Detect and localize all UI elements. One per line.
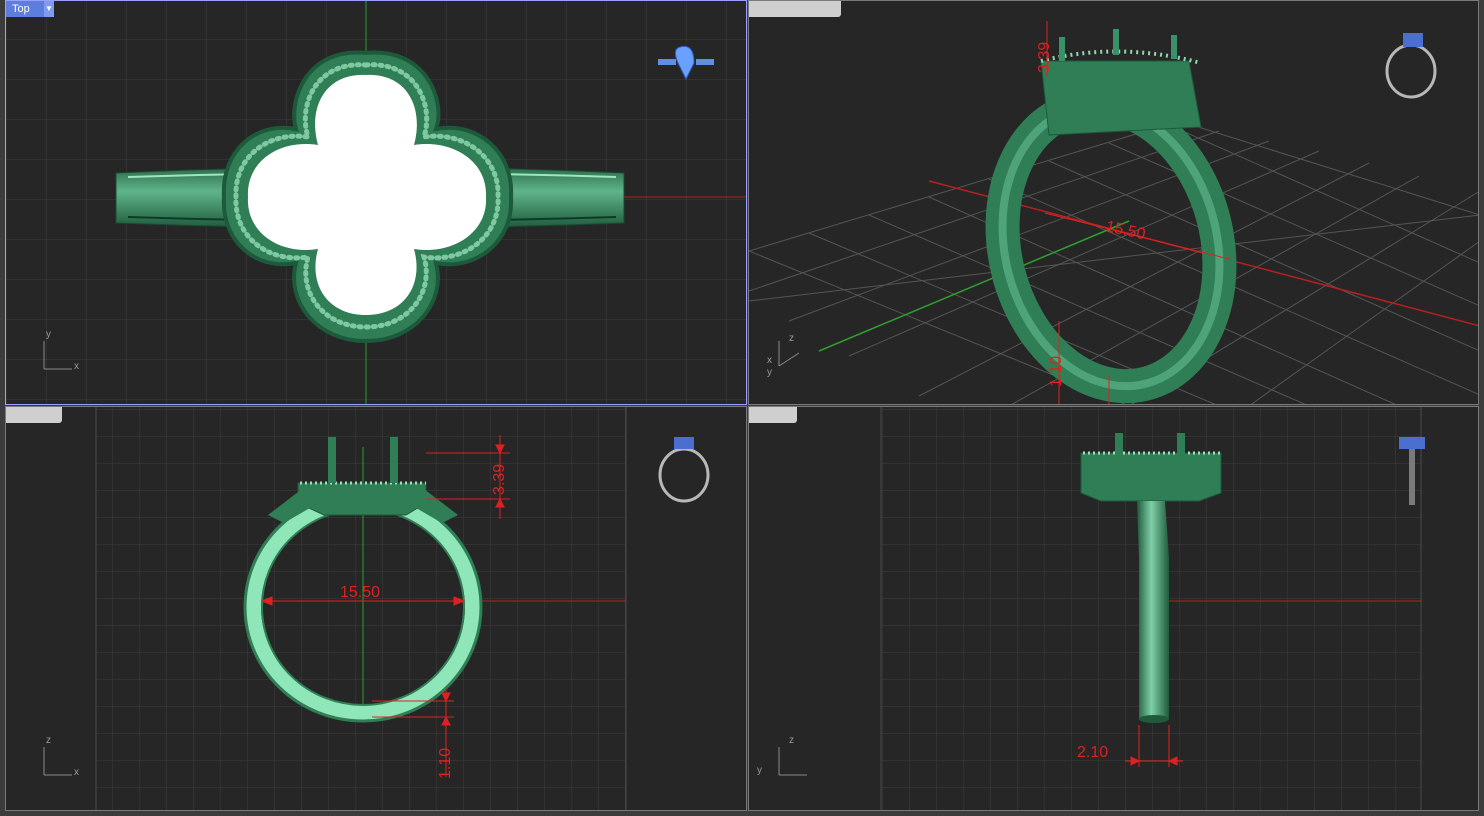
viewport-top-canvas[interactable]: y x <box>6 1 747 405</box>
viewport-top[interactable]: y x Top ▼ <box>5 0 747 405</box>
mini-ring-preview <box>1385 33 1437 99</box>
dim-height-label: 3.39 <box>491 464 508 495</box>
svg-text:z: z <box>46 735 51 746</box>
viewport-perspective-canvas[interactable]: 3.39 15.50 1.10 z x y <box>749 1 1479 405</box>
y-axis-line <box>818 220 1130 352</box>
viewport-tab-perspective[interactable] <box>749 1 841 17</box>
viewport-perspective[interactable]: 3.39 15.50 1.10 z x y <box>748 0 1479 405</box>
dim-inner-label: 15.50 <box>340 584 380 601</box>
viewport-tab-label: Top <box>12 3 30 15</box>
axis-gizmo: z x <box>43 735 79 778</box>
viewport-front[interactable]: 3.39 15.50 1.10 z x <box>5 406 747 811</box>
viewport-tab-front[interactable] <box>6 407 62 423</box>
dim-width-label: 2.10 <box>1077 744 1108 761</box>
svg-text:y: y <box>757 765 762 776</box>
svg-text:y: y <box>46 329 51 340</box>
axis-gizmo: z x y <box>767 333 800 378</box>
svg-text:x: x <box>74 361 79 372</box>
viewport-front-canvas[interactable]: 3.39 15.50 1.10 z x <box>6 407 747 811</box>
viewport-right-canvas[interactable]: 2.10 z y <box>749 407 1479 811</box>
perspective-grid <box>749 120 1478 404</box>
svg-text:z: z <box>789 735 794 746</box>
mini-ring-preview <box>658 437 710 503</box>
axis-gizmo: z y <box>757 735 807 776</box>
svg-text:x: x <box>74 767 79 778</box>
viewport-right[interactable]: 2.10 z y <box>748 406 1479 811</box>
svg-text:z: z <box>789 333 794 344</box>
dim-shank-label: 1.10 <box>1048 356 1065 387</box>
chevron-down-icon[interactable]: ▼ <box>44 1 54 17</box>
svg-text:y: y <box>767 367 772 378</box>
dim-shank-label: 1.10 <box>437 748 454 779</box>
grid <box>96 407 626 810</box>
viewport-tab-top[interactable]: Top ▼ <box>6 1 54 17</box>
dim-height-label: 3.39 <box>1036 42 1053 73</box>
viewport-tab-right[interactable] <box>749 407 797 423</box>
svg-text:x: x <box>767 355 772 366</box>
